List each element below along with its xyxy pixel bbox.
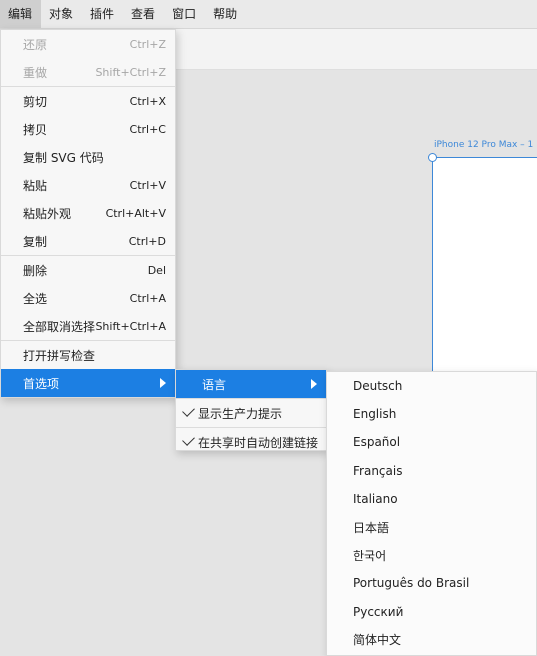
menu-item-productivity-tips[interactable]: 显示生产力提示 xyxy=(176,399,326,427)
menu-item-copy-svg[interactable]: 复制 SVG 代码 xyxy=(1,143,175,171)
language-option-francais[interactable]: Français xyxy=(327,457,536,485)
shortcut: Ctrl+V xyxy=(129,178,166,192)
menu-item-label: Français xyxy=(353,463,403,478)
menu-item-paste-appearance[interactable]: 粘贴外观 Ctrl+Alt+V xyxy=(1,199,175,227)
shortcut: Ctrl+D xyxy=(128,234,166,248)
shortcut: Ctrl+Z xyxy=(129,37,166,51)
menu-item-label: 删除 xyxy=(23,263,48,278)
shortcut: Shift+Ctrl+A xyxy=(95,319,166,333)
shortcut: Shift+Ctrl+Z xyxy=(95,65,166,79)
edit-menu: 还原 Ctrl+Z 重做 Shift+Ctrl+Z 剪切 Ctrl+X 拷贝 Ctrl+… xyxy=(0,29,176,398)
submenu-arrow-icon xyxy=(160,378,166,388)
menu-item-label: 日本語 xyxy=(353,520,390,535)
menu-item-copy[interactable]: 拷贝 Ctrl+C xyxy=(1,115,175,143)
menu-edit[interactable]: 编辑 xyxy=(0,0,42,28)
language-submenu: Deutsch English Español Français Italian… xyxy=(326,371,537,656)
menu-view[interactable]: 查看 xyxy=(123,0,164,28)
menu-item-deselect-all[interactable]: 全部取消选择 Shift+Ctrl+A xyxy=(1,312,175,340)
language-option-espanol[interactable]: Español xyxy=(327,428,536,456)
menu-item-label: 显示生产力提示 xyxy=(198,406,283,421)
menu-item-cut[interactable]: 剪切 Ctrl+X xyxy=(1,87,175,115)
menu-item-label: 重做 xyxy=(23,65,48,80)
shortcut: Ctrl+C xyxy=(129,122,166,136)
submenu-arrow-icon xyxy=(311,379,317,389)
menu-item-preferences[interactable]: 首选项 xyxy=(1,369,175,397)
menu-item-label: 全部取消选择 xyxy=(23,319,96,334)
language-option-portuguese-brazil[interactable]: Português do Brasil xyxy=(327,569,536,597)
menu-item-language[interactable]: 语言 xyxy=(176,370,326,398)
menu-item-redo[interactable]: 重做 Shift+Ctrl+Z xyxy=(1,58,175,86)
menu-item-select-all[interactable]: 全选 Ctrl+A xyxy=(1,284,175,312)
language-option-deutsch[interactable]: Deutsch xyxy=(327,372,536,400)
menu-item-spellcheck[interactable]: 打开拼写检查 xyxy=(1,341,175,369)
menu-help[interactable]: 帮助 xyxy=(205,0,246,28)
menu-object[interactable]: 对象 xyxy=(41,0,82,28)
menu-item-label: 复制 SVG 代码 xyxy=(23,150,104,165)
menu-item-label: 剪切 xyxy=(23,94,48,109)
menubar: 编辑 对象 插件 查看 窗口 帮助 xyxy=(0,0,537,29)
language-option-simplified-chinese[interactable]: 简体中文 xyxy=(327,626,536,654)
shortcut: Ctrl+X xyxy=(129,94,166,108)
menu-item-label: 简体中文 xyxy=(353,633,402,648)
check-icon xyxy=(182,433,195,446)
shortcut: Ctrl+A xyxy=(129,291,166,305)
menu-item-label: 粘贴 xyxy=(23,178,48,193)
menu-item-label: 全选 xyxy=(23,291,48,306)
artboard-label[interactable]: iPhone 12 Pro Max – 1 xyxy=(434,140,533,150)
menu-window[interactable]: 窗口 xyxy=(164,0,205,28)
menu-item-label: 还原 xyxy=(23,37,48,52)
preferences-submenu: 语言 显示生产力提示 在共享时自动创建链接 xyxy=(175,369,327,451)
language-option-italiano[interactable]: Italiano xyxy=(327,485,536,513)
language-option-korean[interactable]: 한국어 xyxy=(327,541,536,569)
menu-item-duplicate[interactable]: 复制 Ctrl+D xyxy=(1,227,175,255)
menu-item-paste[interactable]: 粘贴 Ctrl+V xyxy=(1,171,175,199)
menu-plugins[interactable]: 插件 xyxy=(82,0,123,28)
artboard[interactable] xyxy=(432,157,537,378)
menu-item-label: Русский xyxy=(353,604,404,619)
check-icon xyxy=(182,404,195,417)
menu-item-label: 打开拼写检查 xyxy=(23,348,96,363)
shortcut: Ctrl+Alt+V xyxy=(105,206,166,220)
menu-item-label: 한국어 xyxy=(353,548,387,563)
menu-item-auto-create-link[interactable]: 在共享时自动创建链接 xyxy=(176,428,326,456)
artboard-selection-handle[interactable] xyxy=(428,153,437,162)
menu-item-label: Português do Brasil xyxy=(353,576,470,591)
menu-item-label: 粘贴外观 xyxy=(23,206,72,221)
menu-item-label: 拷贝 xyxy=(23,122,48,137)
language-option-japanese[interactable]: 日本語 xyxy=(327,513,536,541)
language-option-russian[interactable]: Русский xyxy=(327,598,536,626)
menu-item-label: 首选项 xyxy=(23,376,60,391)
menu-item-label: Español xyxy=(353,435,401,450)
language-option-english[interactable]: English xyxy=(327,400,536,428)
menu-item-label: Italiano xyxy=(353,491,398,506)
shortcut: Del xyxy=(147,263,166,277)
menu-item-label: 语言 xyxy=(202,377,227,392)
menu-item-label: 复制 xyxy=(23,234,48,249)
menu-item-delete[interactable]: 删除 Del xyxy=(1,256,175,284)
menu-item-label: 在共享时自动创建链接 xyxy=(198,435,319,450)
menu-item-label: Deutsch xyxy=(353,379,403,394)
menu-item-undo[interactable]: 还原 Ctrl+Z xyxy=(1,30,175,58)
menu-item-label: English xyxy=(353,407,397,422)
